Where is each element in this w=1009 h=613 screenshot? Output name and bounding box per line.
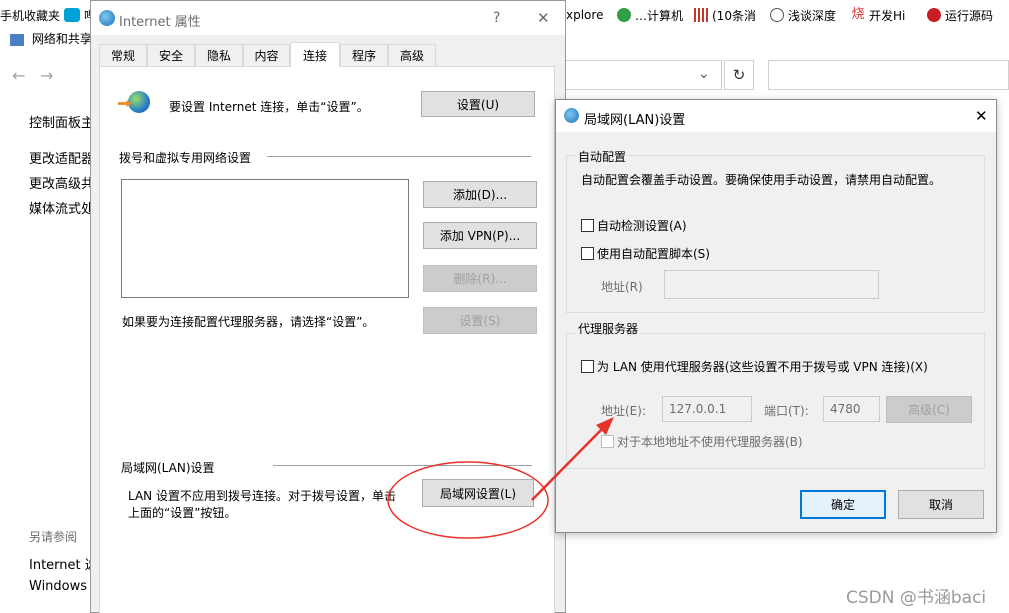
tab-connections[interactable]: 连接 [290, 42, 340, 67]
annotation-overlay [387, 417, 614, 539]
csdn-watermark: CSDN @书涵baci [846, 588, 987, 608]
annotation-ellipse [387, 461, 549, 539]
annotation-arrow [531, 427, 604, 501]
